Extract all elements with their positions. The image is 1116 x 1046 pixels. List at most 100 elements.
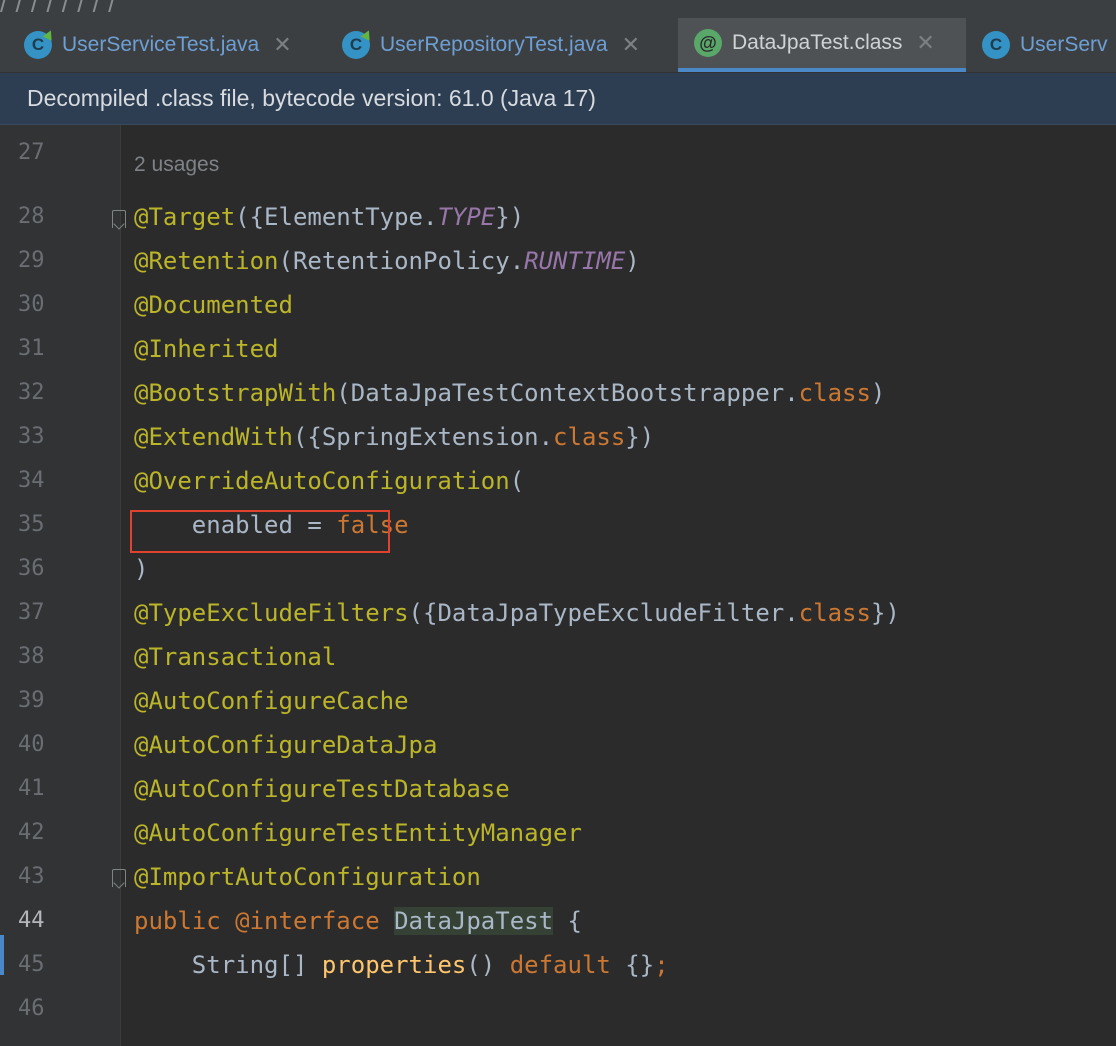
code-token: (RetentionPolicy. <box>278 247 525 275</box>
line-number: 34 <box>18 468 45 493</box>
highlight-box <box>130 510 390 553</box>
line-text: @TypeExcludeFilters({DataJpaTypeExcludeF… <box>134 591 900 635</box>
code-token: ({DataJpaTypeExcludeFilter. <box>408 599 799 627</box>
close-icon[interactable]: ✕ <box>273 34 291 56</box>
line-text: @Inherited <box>134 327 279 371</box>
line-number: 45 <box>18 952 45 977</box>
code-token: public <box>134 907 236 935</box>
code-line: 37 @TypeExcludeFilters({DataJpaTypeExclud… <box>0 591 1116 635</box>
line-number: 46 <box>18 996 45 1021</box>
code-line: 45 String[] properties() default {}; <box>0 943 1116 987</box>
line-number: 37 <box>18 600 45 625</box>
code-token: @BootstrapWith <box>134 379 337 407</box>
code-token: () <box>466 951 510 979</box>
line-text: @Retention(RetentionPolicy.RUNTIME) <box>134 239 640 283</box>
code-token: @AutoConfigureTestEntityManager <box>134 819 582 847</box>
code-token: { <box>553 907 582 935</box>
code-token: @AutoConfigureTestDatabase <box>134 775 510 803</box>
code-line: 46 <box>0 987 1116 1031</box>
code-token: }) <box>870 599 900 627</box>
code-token: @Transactional <box>134 643 337 671</box>
line-text: @AutoConfigureTestDatabase <box>134 767 510 811</box>
line-text: @OverrideAutoConfiguration( <box>134 459 524 503</box>
line-number: 28 <box>18 204 45 229</box>
code-token: class <box>553 423 626 451</box>
code-token: @TypeExcludeFilters <box>134 599 409 627</box>
line-text: @BootstrapWith(DataJpaTestContextBootstr… <box>134 371 885 415</box>
class-icon: C <box>342 28 374 59</box>
code-line: 40 @AutoConfigureDataJpa <box>0 723 1116 767</box>
line-text: @Target({ElementType.TYPE}) <box>134 195 524 239</box>
code-line: 43 @ImportAutoConfiguration <box>0 855 1116 899</box>
code-line: 39 @AutoConfigureCache <box>0 679 1116 723</box>
code-token: class <box>798 599 871 627</box>
usages-hint[interactable]: 2 usages <box>134 153 219 177</box>
code-token: @ImportAutoConfiguration <box>134 863 481 891</box>
code-token: ) <box>625 247 640 275</box>
line-number: 35 <box>18 512 45 537</box>
line-number: 32 <box>18 380 45 405</box>
code-token: }) <box>495 203 525 231</box>
tab-userservicetest[interactable]: C UserServiceTest.java ✕ <box>14 18 324 72</box>
code-line: 36) <box>0 547 1116 591</box>
code-token: ; <box>654 951 669 979</box>
line-number: 33 <box>18 424 45 449</box>
code-token: ({ElementType. <box>235 203 438 231</box>
tab-label: DataJpaTest.class <box>732 31 903 54</box>
code-token: ) <box>134 555 149 583</box>
tab-userserv[interactable]: C UserServ <box>972 18 1116 72</box>
code-token: @Inherited <box>134 335 279 363</box>
line-text: public @interface DataJpaTest { <box>134 899 582 943</box>
code-token: @ExtendWith <box>134 423 293 451</box>
code-token: (DataJpaTestContextBootstrapper. <box>336 379 799 407</box>
code-token: DataJpaTest <box>394 907 554 935</box>
line-text: ) <box>134 547 148 591</box>
code-token: ) <box>870 379 886 407</box>
line-number: 43 <box>18 864 45 889</box>
code-token: {} <box>625 951 655 979</box>
line-number: 44 <box>18 908 45 933</box>
code-line: 31 @Inherited <box>0 327 1116 371</box>
tab-userrepositorytest[interactable]: C UserRepositoryTest.java ✕ <box>332 18 672 72</box>
line-text: String[] properties() default {}; <box>134 943 669 987</box>
close-icon[interactable]: ✕ <box>622 34 640 56</box>
tab-label: UserServ <box>1020 33 1108 56</box>
line-text: @Documented <box>134 283 293 327</box>
fold-icon[interactable] <box>112 869 126 887</box>
code-editor[interactable]: 27 2 usages 28 @Target({ElementType.TYPE}… <box>0 125 1116 1046</box>
code-token: @interface <box>235 907 395 935</box>
fold-icon[interactable] <box>112 210 126 228</box>
line-number: 31 <box>18 336 45 361</box>
class-icon: C <box>24 28 56 59</box>
code-token: TYPE <box>437 203 496 231</box>
line-number: 36 <box>18 556 45 581</box>
line-number: 39 <box>18 688 45 713</box>
line-number: 29 <box>18 248 45 273</box>
ide-window: / / / / / / / / C UserServiceTest.java ✕… <box>0 0 1116 1046</box>
code-token: default <box>509 951 626 979</box>
code-token: ( <box>509 467 525 495</box>
line-number: 30 <box>18 292 45 317</box>
code-token: @AutoConfigureCache <box>134 687 409 715</box>
line-number: 40 <box>18 732 45 757</box>
tab-datajpatest[interactable]: @ DataJpaTest.class ✕ <box>678 18 966 72</box>
annotation-icon: @ <box>694 29 722 57</box>
code-token: @Documented <box>134 291 293 319</box>
code-token: properties <box>321 951 467 979</box>
line-text: @ImportAutoConfiguration <box>134 855 481 899</box>
line-text: @ExtendWith({SpringExtension.class}) <box>134 415 654 459</box>
close-icon[interactable]: ✕ <box>916 32 934 54</box>
code-line: 32 @BootstrapWith(DataJpaTestContextBoots… <box>0 371 1116 415</box>
line-text: @AutoConfigureDataJpa <box>134 723 437 767</box>
breadcrumb: / / / / / / / / <box>0 0 1116 18</box>
line-text: @AutoConfigureTestEntityManager <box>134 811 582 855</box>
line-text: @Transactional <box>134 635 336 679</box>
code-line: 28 @Target({ElementType.TYPE}) <box>0 195 1116 239</box>
code-line: 27 <box>0 103 1116 165</box>
code-token: String[] <box>134 951 322 979</box>
code-line: 44 public @interface DataJpaTest { <box>0 899 1116 943</box>
code-token: ({SpringExtension. <box>292 423 554 451</box>
line-text: @AutoConfigureCache <box>134 679 409 723</box>
tab-label: UserServiceTest.java <box>62 33 260 56</box>
code-token: class <box>798 379 871 407</box>
